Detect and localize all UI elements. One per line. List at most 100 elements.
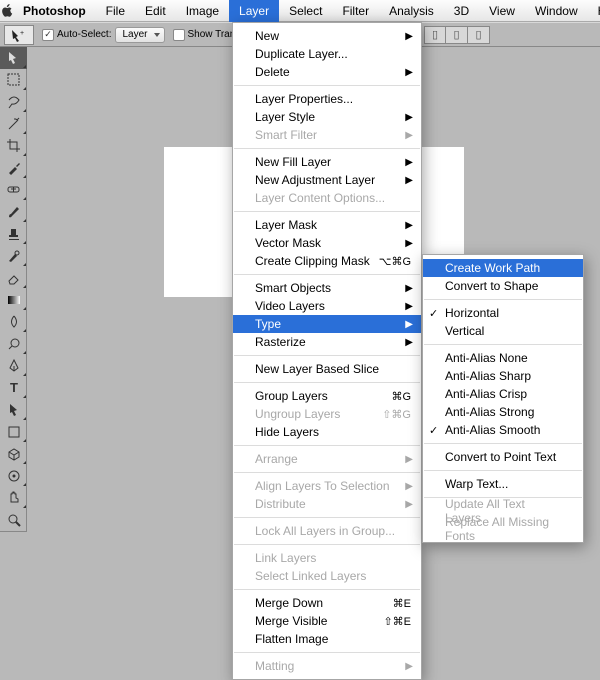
type-submenu-item[interactable]: Convert to Point Text: [423, 448, 583, 466]
layer-menu-item[interactable]: New▶: [233, 27, 421, 45]
stamp-tool[interactable]: [0, 223, 27, 245]
submenu-arrow-icon: ▶: [405, 319, 413, 330]
layer-menu-item[interactable]: Delete▶: [233, 63, 421, 81]
submenu-arrow-icon: ▶: [405, 31, 413, 42]
layer-menu-item: Lock All Layers in Group...: [233, 522, 421, 540]
layer-menu-item[interactable]: Merge Visible⇧⌘E: [233, 612, 421, 630]
layer-menu-item[interactable]: Rasterize▶: [233, 333, 421, 351]
distribute-icon[interactable]: ▯: [468, 26, 490, 44]
wand-tool[interactable]: [0, 113, 27, 135]
type-submenu-item[interactable]: Anti-Alias None: [423, 349, 583, 367]
menu-separator: [234, 355, 420, 356]
type-tool[interactable]: T: [0, 377, 27, 399]
shape-tool[interactable]: [0, 421, 27, 443]
type-submenu-item[interactable]: Anti-Alias Sharp: [423, 367, 583, 385]
tool-preset-picker[interactable]: +: [4, 25, 34, 45]
layer-menu-item: Distribute▶: [233, 495, 421, 513]
layer-menu-item[interactable]: New Layer Based Slice: [233, 360, 421, 378]
auto-select-dropdown[interactable]: Layer: [115, 27, 164, 43]
layer-menu-item[interactable]: Duplicate Layer...: [233, 45, 421, 63]
healing-tool[interactable]: [0, 179, 27, 201]
menubar-edit[interactable]: Edit: [135, 0, 176, 22]
pen-tool[interactable]: [0, 355, 27, 377]
layer-menu-item[interactable]: New Fill Layer▶: [233, 153, 421, 171]
checkbox-icon: ✓: [42, 29, 54, 41]
marquee-tool[interactable]: [0, 69, 27, 91]
menubar-3d[interactable]: 3D: [444, 0, 479, 22]
type-submenu-item[interactable]: Anti-Alias Crisp: [423, 385, 583, 403]
auto-select-checkbox[interactable]: ✓ Auto-Select:: [42, 29, 111, 41]
layer-menu-item[interactable]: Layer Mask▶: [233, 216, 421, 234]
dodge-tool[interactable]: [0, 333, 27, 355]
hand-tool[interactable]: [0, 487, 27, 509]
type-submenu-item[interactable]: Create Work Path: [423, 259, 583, 277]
gradient-tool[interactable]: [0, 289, 27, 311]
submenu-arrow-icon: ▶: [405, 301, 413, 312]
menubar-image[interactable]: Image: [176, 0, 229, 22]
layer-menu-item[interactable]: Group Layers⌘G: [233, 387, 421, 405]
menubar-view[interactable]: View: [479, 0, 525, 22]
move-tool[interactable]: [0, 47, 27, 69]
layer-menu-item[interactable]: Flatten Image: [233, 630, 421, 648]
menu-separator: [234, 652, 420, 653]
menu-shortcut: ⌘E: [393, 597, 411, 610]
type-submenu-item[interactable]: Convert to Shape: [423, 277, 583, 295]
menu-item-label: Duplicate Layer...: [255, 47, 348, 61]
submenu-arrow-icon: ▶: [405, 220, 413, 231]
type-submenu-item[interactable]: Anti-Alias Strong: [423, 403, 583, 421]
path-select-tool[interactable]: [0, 399, 27, 421]
menubar-help[interactable]: Help: [588, 0, 600, 22]
menubar-file[interactable]: File: [96, 0, 135, 22]
menu-item-label: Arrange: [255, 452, 298, 466]
layer-menu-item[interactable]: Vector Mask▶: [233, 234, 421, 252]
layer-menu-item[interactable]: Smart Objects ▶: [233, 279, 421, 297]
layer-menu-item[interactable]: Layer Style▶: [233, 108, 421, 126]
menubar-layer[interactable]: Layer: [229, 0, 279, 22]
menu-separator: [234, 472, 420, 473]
menu-item-label: Smart Filter: [255, 128, 317, 142]
type-submenu-item[interactable]: ✓ Horizontal: [423, 304, 583, 322]
menubar-app[interactable]: Photoshop: [13, 0, 96, 22]
layer-menu-item[interactable]: Create Clipping Mask⌥⌘G: [233, 252, 421, 270]
menu-item-label: Smart Objects: [255, 281, 331, 295]
layer-menu-item[interactable]: Video Layers▶: [233, 297, 421, 315]
brush-tool[interactable]: [0, 201, 27, 223]
menubar-analysis[interactable]: Analysis: [379, 0, 444, 22]
menubar-select[interactable]: Select: [279, 0, 332, 22]
menu-item-label: Convert to Shape: [445, 279, 538, 293]
menubar-filter[interactable]: Filter: [332, 0, 379, 22]
submenu-arrow-icon: ▶: [405, 283, 413, 294]
distribute-icon[interactable]: ▯: [424, 26, 446, 44]
layer-menu-item[interactable]: Hide Layers: [233, 423, 421, 441]
zoom-tool[interactable]: [0, 509, 27, 531]
menubar-window[interactable]: Window: [525, 0, 588, 22]
crop-tool[interactable]: [0, 135, 27, 157]
menu-item-label: Horizontal: [445, 306, 499, 320]
menu-item-label: Anti-Alias Strong: [445, 405, 534, 419]
layer-menu-item[interactable]: Type▶: [233, 315, 421, 333]
svg-text:+: +: [20, 30, 24, 37]
type-submenu-item[interactable]: ✓Anti-Alias Smooth: [423, 421, 583, 439]
submenu-arrow-icon: ▶: [405, 454, 413, 465]
type-submenu-item[interactable]: Vertical: [423, 322, 583, 340]
type-submenu-item[interactable]: Warp Text...: [423, 475, 583, 493]
layer-menu-item: Align Layers To Selection▶: [233, 477, 421, 495]
3d-tool[interactable]: [0, 443, 27, 465]
distribute-icon[interactable]: ▯: [446, 26, 468, 44]
menu-item-label: Layer Content Options...: [255, 191, 385, 205]
layer-menu-item[interactable]: Merge Down⌘E: [233, 594, 421, 612]
menu-item-label: Merge Visible: [255, 614, 327, 628]
blur-tool[interactable]: [0, 311, 27, 333]
lasso-tool[interactable]: [0, 91, 27, 113]
eraser-tool[interactable]: [0, 267, 27, 289]
history-brush-tool[interactable]: [0, 245, 27, 267]
menu-item-label: New Layer Based Slice: [255, 362, 379, 376]
menu-separator: [234, 517, 420, 518]
eyedropper-tool[interactable]: [0, 157, 27, 179]
menu-item-label: Delete: [255, 65, 290, 79]
3d-camera-tool[interactable]: [0, 465, 27, 487]
apple-menu[interactable]: [0, 4, 13, 17]
layer-menu-item[interactable]: Layer Properties...: [233, 90, 421, 108]
layer-menu-item[interactable]: New Adjustment Layer▶: [233, 171, 421, 189]
check-icon: ✓: [429, 307, 438, 320]
